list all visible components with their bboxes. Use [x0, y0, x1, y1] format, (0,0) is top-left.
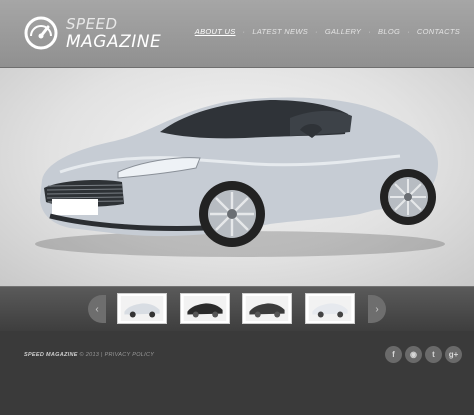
nav-separator: ·	[407, 27, 410, 36]
nav-separator: ·	[315, 27, 318, 36]
gallery-strip: ‹ ›	[0, 286, 474, 331]
privacy-policy-link[interactable]: PRIVACY POLICY	[105, 352, 155, 358]
nav-about-us[interactable]: ABOUT US	[195, 27, 236, 36]
car-thumbnail-image	[245, 296, 289, 321]
brand-line-1[interactable]: SPEED	[66, 15, 118, 33]
brand-line-2[interactable]: MAGAZINE	[66, 32, 161, 52]
google-plus-icon[interactable]: g+	[445, 346, 462, 363]
gallery-thumbnail[interactable]	[117, 293, 167, 324]
nav-gallery[interactable]: GALLERY	[325, 27, 361, 36]
hero-car-image	[35, 97, 445, 257]
site-footer: SPEED MAGAZINE © 2013 | PRIVACY POLICY f…	[0, 331, 474, 415]
hero-banner	[0, 68, 474, 286]
car-thumbnail-image	[183, 296, 227, 321]
copyright-text: © 2013	[79, 352, 100, 358]
footer-brand: SPEED MAGAZINE	[24, 352, 78, 358]
nav-blog[interactable]: BLOG	[378, 27, 400, 36]
footer-separator: |	[101, 352, 103, 358]
footer-copyright: SPEED MAGAZINE © 2013 | PRIVACY POLICY	[24, 352, 154, 358]
facebook-icon[interactable]: f	[385, 346, 402, 363]
gallery-thumbnail[interactable]	[180, 293, 230, 324]
nav-separator: ·	[368, 27, 372, 36]
site-header: SPEED MAGAZINE ABOUT US · LATEST NEWS · …	[0, 0, 474, 68]
main-nav: ABOUT US · LATEST NEWS · GALLERY · BLOG …	[195, 27, 460, 36]
nav-separator: ·	[242, 27, 246, 36]
car-thumbnail-image	[308, 296, 352, 321]
twitter-icon[interactable]: t	[425, 346, 442, 363]
nav-contacts[interactable]: CONTACTS	[417, 27, 460, 36]
gallery-thumbnail[interactable]	[305, 293, 355, 324]
car-thumbnail-image	[120, 296, 164, 321]
rss-icon[interactable]: ◉	[405, 346, 422, 363]
nav-latest-news[interactable]: LATEST NEWS	[252, 27, 308, 36]
speedometer-logo-icon[interactable]	[24, 16, 58, 50]
next-arrow-icon[interactable]: ›	[368, 295, 386, 323]
previous-arrow-icon[interactable]: ‹	[88, 295, 106, 323]
gallery-thumbnail[interactable]	[242, 293, 292, 324]
